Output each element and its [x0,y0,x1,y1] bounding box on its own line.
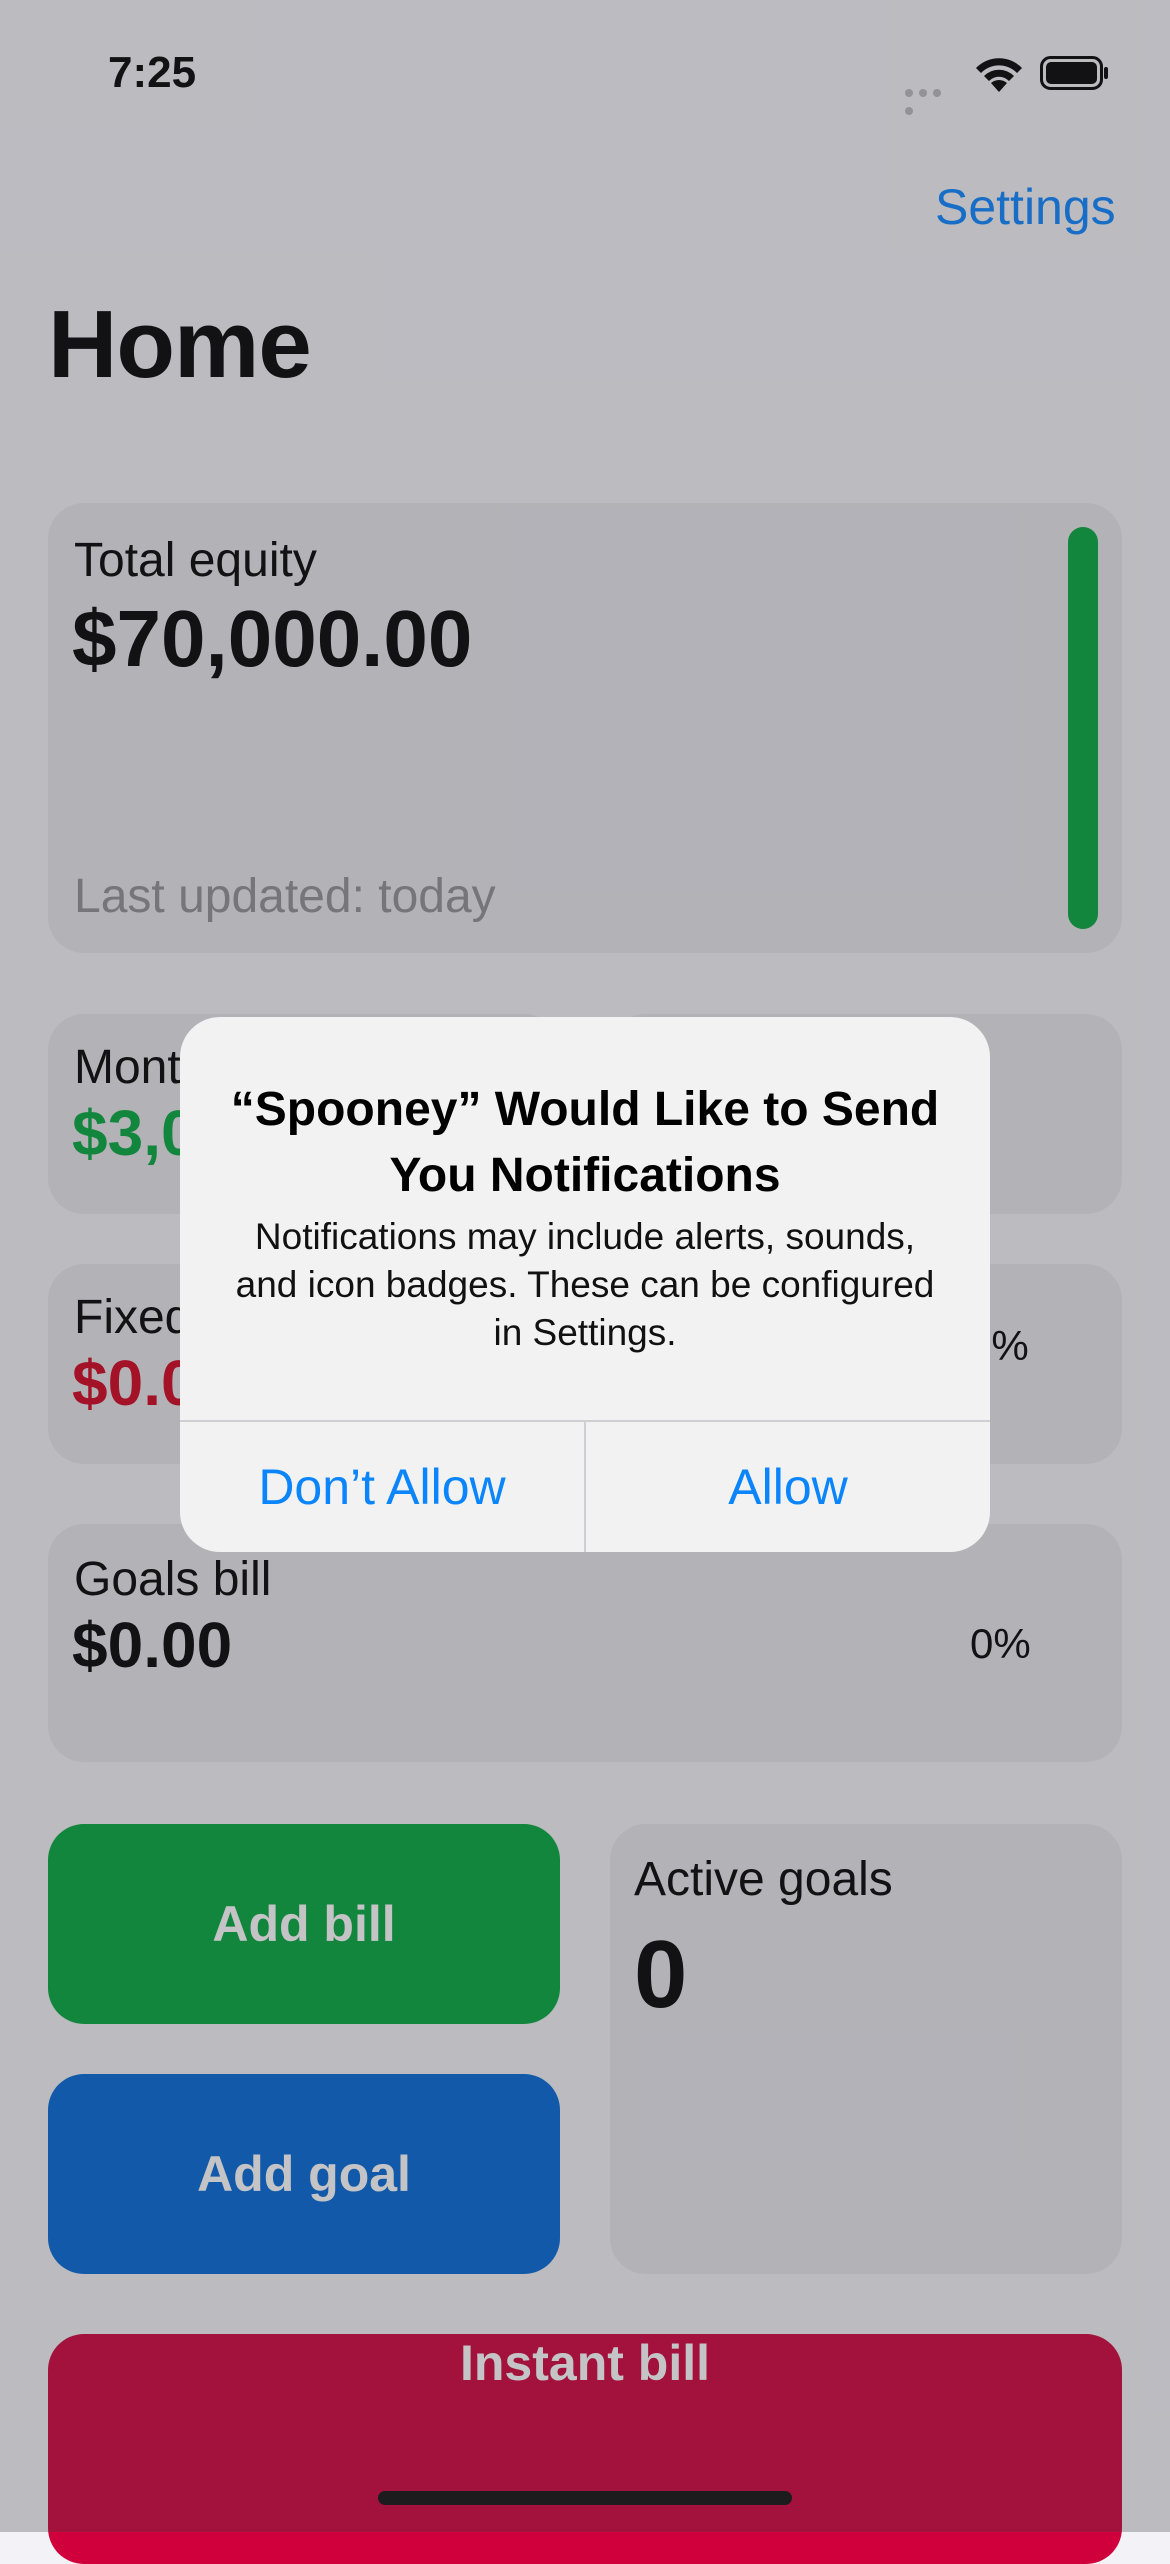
alert-message: Notifications may include alerts, sounds… [235,1216,935,1353]
allow-button[interactable]: Allow [586,1422,990,1552]
home-indicator[interactable] [378,2491,792,2505]
notification-permission-alert: “Spooney” Would Like to Send You Notific… [180,1017,990,1552]
dont-allow-button[interactable]: Don’t Allow [180,1422,584,1552]
alert-title: “Spooney” Would Like to Send You Notific… [230,1083,940,1202]
